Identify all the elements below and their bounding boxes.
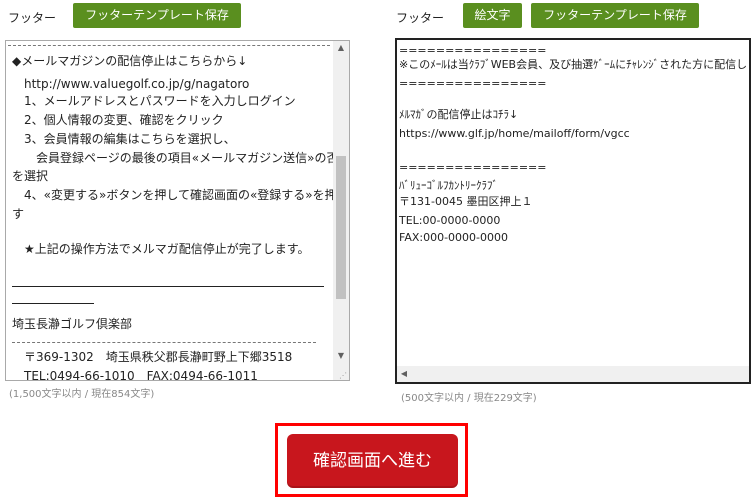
left-footer-label: フッター <box>8 11 57 25</box>
text-line: 1、メールアドレスとパスワードを入力しログイン <box>12 94 296 108</box>
text-line: http://www.valuegolf.co.jp/g/nagatoro <box>12 77 250 91</box>
text-line: 3、会員情報の編集はこちらを選択し、 <box>12 132 236 146</box>
confirm-button-highlight: 確認画面へ進む <box>275 423 468 497</box>
text-line: TEL:00-0000-0000 <box>399 214 501 227</box>
right-save-template-button[interactable]: フッターテンプレート保存 <box>531 3 699 28</box>
text-line: https://www.glf.jp/home/mailoff/form/vgc… <box>399 127 630 140</box>
text-line: 〒131-0045 墨田区押上１ <box>399 195 533 208</box>
emoji-button[interactable]: 絵文字 <box>463 3 522 28</box>
left-vertical-scrollbar[interactable]: ▲ ▼ <box>333 41 349 380</box>
text-line: 2、個人情報の変更、確認をクリック <box>12 113 224 127</box>
left-char-count: (1,500文字以内 / 現在854文字) <box>9 389 155 400</box>
proceed-to-confirm-button[interactable]: 確認画面へ進む <box>287 434 458 488</box>
resize-grip-icon[interactable]: ⋰ <box>339 371 347 380</box>
left-separator-short <box>12 303 94 304</box>
left-separator-dashed <box>12 342 316 343</box>
left-footer-textarea[interactable]: ◆メールマガジンの配信停止はこちらから↓ http://www.valuegol… <box>5 40 350 381</box>
text-line: ◆メールマガジンの配信停止はこちらから↓ <box>12 54 248 68</box>
left-scroll-thumb[interactable] <box>336 156 346 299</box>
text-line: 4、«変更する»ボタンを押して確認画面の«登録する»を押 <box>12 188 337 202</box>
right-footer-textarea[interactable]: ================ ※このﾒｰﾙは当ｸﾗﾌﾞWEB会員、及び抽選ｹﾞ… <box>395 38 751 384</box>
text-line: FAX:000-0000-0000 <box>399 231 509 244</box>
scroll-left-arrow-icon[interactable]: ◀ <box>399 369 409 379</box>
right-footer-label: フッター <box>396 11 445 25</box>
text-line: ★上記の操作方法でメルマガ配信停止が完了します。 <box>12 242 310 256</box>
left-top-dashed-rule <box>8 45 330 46</box>
text-line: 〒369-1302 埼玉県秩父郡長瀞町野上下郷3518 <box>12 350 293 364</box>
left-separator-long <box>12 286 324 287</box>
text-line: TEL:0494-66-1010 FAX:0494-66-1011 <box>12 369 258 381</box>
text-line: ﾊﾞﾘｭｰｺﾞﾙﾌｶﾝﾄﾘｰｸﾗﾌﾞ <box>399 179 498 192</box>
scroll-down-arrow-icon[interactable]: ▼ <box>333 351 349 361</box>
scroll-up-arrow-icon[interactable]: ▲ <box>333 43 349 53</box>
text-line: ※このﾒｰﾙは当ｸﾗﾌﾞWEB会員、及び抽選ｹﾞｰﾑにﾁｬﾚﾝｼﾞされた方に配信… <box>399 58 748 71</box>
text-line: 埼玉長瀞ゴルフ倶楽部 <box>12 317 133 331</box>
text-line: す <box>12 207 25 221</box>
text-line: ﾒﾙﾏｶﾞの配信停止はｺﾁﾗ↓ <box>399 108 519 121</box>
text-line: 会員登録ページの最後の項目«メールマガジン送信»の否 <box>12 151 339 165</box>
left-save-template-button[interactable]: フッターテンプレート保存 <box>73 3 241 28</box>
text-line: ================ <box>399 77 547 90</box>
text-line: ================ <box>399 161 547 174</box>
right-char-count: (500文字以内 / 現在229文字) <box>401 393 537 404</box>
right-horizontal-scrollbar[interactable]: ◀ <box>397 366 749 382</box>
text-line: を選択 <box>12 169 49 183</box>
